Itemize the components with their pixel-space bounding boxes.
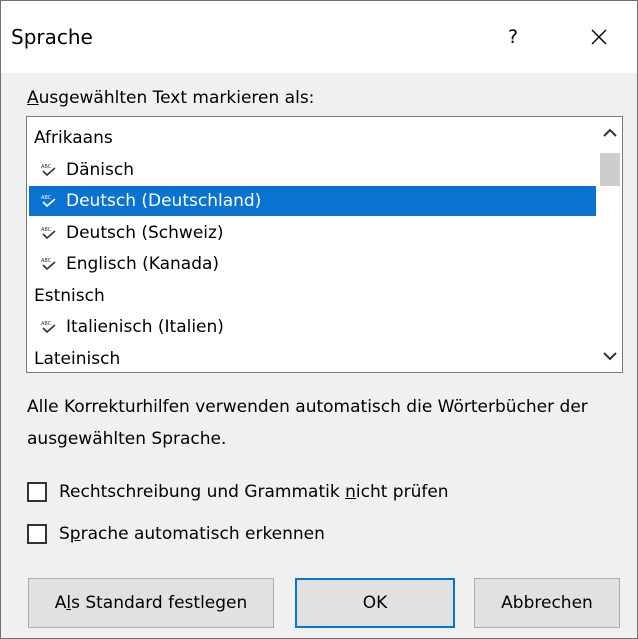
label-text: usgewählten Text markieren als: xyxy=(38,88,315,108)
language-item-label: Englisch (Kanada) xyxy=(66,254,220,274)
svg-text:ABC: ABC xyxy=(41,227,52,233)
close-button[interactable] xyxy=(575,17,623,57)
scroll-down-button[interactable] xyxy=(598,344,622,368)
no-proofing-option[interactable]: Rechtschreibung und Grammatik nicht prüf… xyxy=(27,479,449,505)
ok-button[interactable]: OK xyxy=(295,578,455,628)
vertical-scrollbar[interactable] xyxy=(598,117,622,372)
info-text: Alle Korrekturhilfen verwenden automatis… xyxy=(27,397,588,449)
spelling-check-icon: ABC xyxy=(41,258,56,271)
language-item[interactable]: ABC Englisch (Kanada) xyxy=(29,249,596,279)
language-item[interactable]: Estnisch xyxy=(29,281,596,311)
language-item-label: Estnisch xyxy=(34,285,105,306)
chevron-up-icon xyxy=(603,128,617,137)
language-item-label: Deutsch (Deutschland) xyxy=(66,191,262,211)
language-item-label: Italienisch (Italien) xyxy=(66,317,224,337)
dialog-title: Sprache xyxy=(11,25,93,49)
auto-detect-checkbox[interactable] xyxy=(27,524,47,544)
cancel-button[interactable]: Abbrechen xyxy=(474,578,620,628)
set-default-button[interactable]: Als Standard festlegen xyxy=(28,578,274,628)
language-item-label: Lateinisch xyxy=(34,348,121,369)
language-item[interactable]: Lateinisch xyxy=(29,344,596,373)
auto-detect-label: Sprache automatisch erkennen xyxy=(59,524,325,544)
no-proofing-checkbox[interactable] xyxy=(27,482,47,502)
spelling-check-icon: ABC xyxy=(41,195,56,208)
close-icon xyxy=(591,29,607,45)
spelling-check-icon: ABC xyxy=(41,321,56,334)
language-item[interactable]: Afrikaans xyxy=(29,123,596,153)
language-item-label: Dänisch xyxy=(66,159,134,180)
language-item[interactable]: ABC Deutsch (Deutschland) xyxy=(29,186,596,216)
language-item[interactable]: ABC Italienisch (Italien) xyxy=(29,312,596,342)
chevron-down-icon xyxy=(603,352,617,361)
language-dialog: Sprache ? Ausgewählten Text markieren al… xyxy=(0,0,638,639)
auto-detect-option[interactable]: Sprache automatisch erkennen xyxy=(27,521,325,547)
accelerator-letter: A xyxy=(27,88,39,108)
svg-text:ABC: ABC xyxy=(41,258,52,264)
spelling-check-icon: ABC xyxy=(41,227,56,239)
svg-text:ABC: ABC xyxy=(41,195,52,201)
language-list-label: Ausgewählten Text markieren als: xyxy=(27,88,314,108)
language-item-label: Deutsch (Schweiz) xyxy=(66,222,224,243)
svg-text:ABC: ABC xyxy=(41,164,52,170)
help-button[interactable]: ? xyxy=(491,17,535,57)
scroll-up-button[interactable] xyxy=(598,121,622,145)
title-bar: Sprache ? xyxy=(1,1,637,73)
language-item-label: Afrikaans xyxy=(34,128,113,148)
language-listbox[interactable]: Afrikaans ABC Dänisch ABC Deutsch (Deutschla… xyxy=(26,116,623,373)
no-proofing-label: Rechtschreibung und Grammatik nicht prüf… xyxy=(59,482,449,502)
language-item[interactable]: ABC Dänisch xyxy=(29,155,596,185)
language-item[interactable]: ABC Deutsch (Schweiz) xyxy=(29,218,596,248)
spelling-check-icon: ABC xyxy=(41,164,56,176)
scroll-thumb[interactable] xyxy=(600,153,620,186)
svg-text:ABC: ABC xyxy=(41,321,52,327)
